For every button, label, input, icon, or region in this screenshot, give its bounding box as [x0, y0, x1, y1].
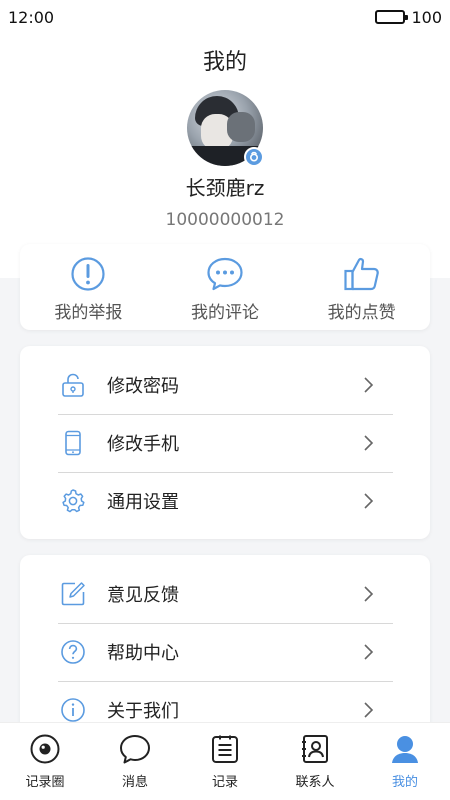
chevron-right-icon [364, 377, 374, 393]
change-phone-label: 修改手机 [107, 434, 179, 455]
help-icon [58, 637, 88, 667]
my-reports-button[interactable]: 我的举报 [20, 244, 157, 330]
my-comments-button[interactable]: 我的评论 [157, 244, 294, 330]
my-likes-label: 我的点赞 [327, 303, 396, 323]
tab-messages[interactable]: 消息 [90, 723, 180, 800]
tab-messages-label: 消息 [121, 775, 148, 790]
lock-icon [58, 370, 88, 400]
tab-record-circle-label: 记录圈 [25, 775, 65, 790]
my-reports-label: 我的举报 [54, 303, 123, 323]
chevron-right-icon [364, 435, 374, 451]
feedback-label: 意见反馈 [107, 585, 179, 606]
eye-icon [30, 734, 60, 764]
user-id: 10000000012 [165, 210, 285, 230]
help-center-item[interactable]: 帮助中心 [58, 623, 393, 681]
tab-record-circle[interactable]: 记录圈 [0, 723, 90, 800]
chevron-right-icon [364, 586, 374, 602]
help-center-label: 帮助中心 [107, 643, 179, 664]
chevron-right-icon [364, 493, 374, 509]
status-bar: 12:00 100 [0, 0, 450, 34]
about-us-label: 关于我们 [107, 701, 179, 722]
tab-records-label: 记录 [211, 775, 238, 790]
battery-level: 100 [411, 7, 442, 27]
person-icon [392, 736, 418, 763]
chevron-right-icon [364, 644, 374, 660]
my-likes-button[interactable]: 我的点赞 [293, 244, 430, 330]
tab-contacts-label: 联系人 [295, 775, 335, 790]
change-password-label: 修改密码 [107, 376, 179, 397]
battery-indicator: 100 [375, 8, 442, 27]
feedback-icon [58, 579, 88, 609]
report-icon [71, 257, 105, 291]
tab-records[interactable]: 记录 [180, 723, 270, 800]
battery-icon [375, 10, 409, 24]
tab-mine[interactable]: 我的 [360, 723, 450, 800]
chevron-right-icon [364, 702, 374, 718]
account-settings-card: 修改密码 修改手机 通用设置 [20, 346, 430, 539]
notes-icon [212, 735, 238, 763]
gear-icon [58, 486, 88, 516]
phone-icon [58, 428, 88, 458]
change-phone-item[interactable]: 修改手机 [58, 414, 393, 472]
page-title: 我的 [202, 50, 247, 75]
general-settings-item[interactable]: 通用设置 [58, 472, 393, 530]
general-settings-label: 通用设置 [107, 492, 179, 513]
quick-actions-card: 我的举报 我的评论 我的点赞 [20, 244, 430, 330]
status-time: 12:00 [8, 7, 55, 27]
tab-contacts[interactable]: 联系人 [270, 723, 360, 800]
info-icon [58, 695, 88, 725]
tab-mine-label: 我的 [391, 775, 418, 790]
comment-icon [207, 257, 243, 291]
my-comments-label: 我的评论 [191, 303, 259, 323]
avatar-edit-icon[interactable] [244, 147, 264, 167]
username: 长颈鹿rz [185, 176, 265, 200]
bottom-tab-bar: 记录圈 消息 记录 联系人 我的 [0, 722, 450, 800]
change-password-item[interactable]: 修改密码 [58, 356, 393, 414]
like-icon [344, 257, 379, 291]
feedback-item[interactable]: 意见反馈 [58, 565, 393, 623]
chat-icon [120, 735, 150, 764]
contacts-icon [302, 735, 328, 763]
